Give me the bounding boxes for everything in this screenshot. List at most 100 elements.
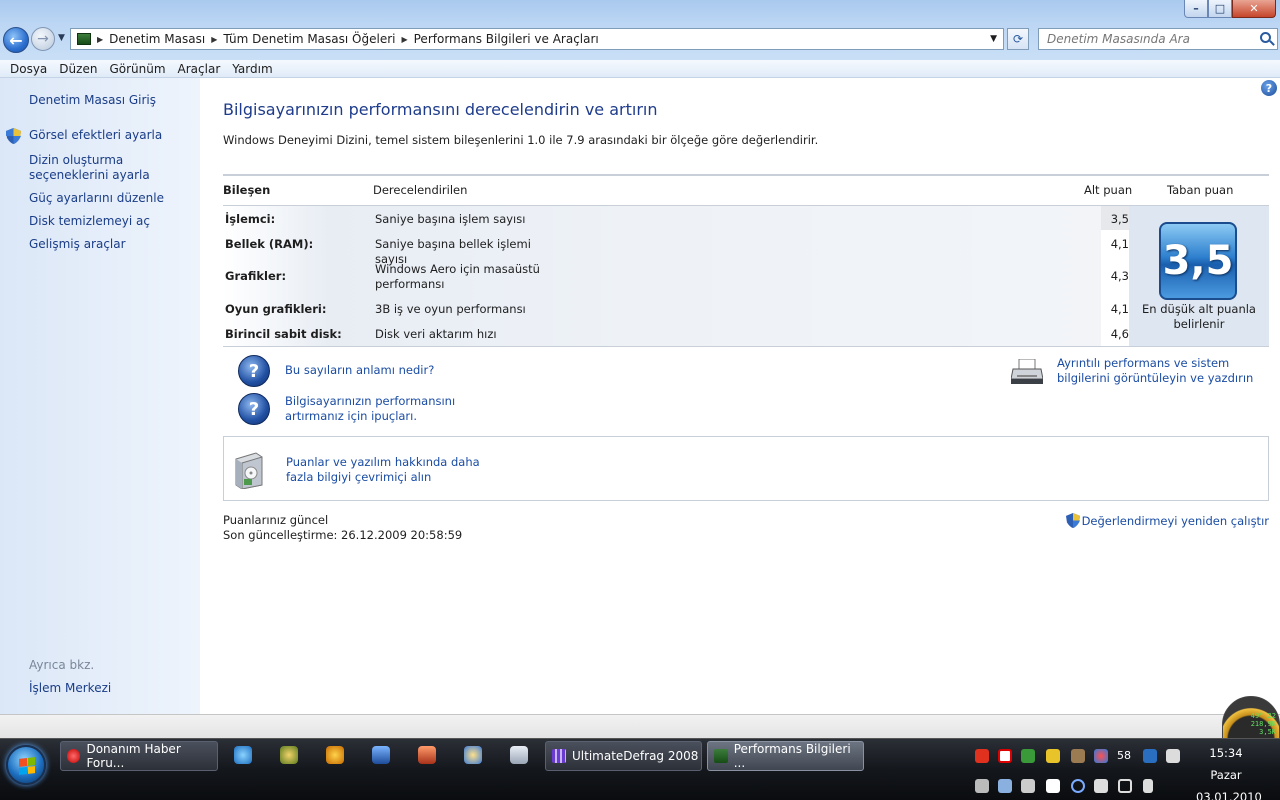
uac-shield-icon: [1065, 513, 1080, 528]
forward-arrow-icon: →: [37, 31, 49, 47]
sidebar-link-power-settings[interactable]: Güç ayarlarını düzenle: [29, 191, 194, 206]
xml-notepad-icon[interactable]: [372, 746, 390, 764]
breadcrumb-separator-icon[interactable]: ▶: [401, 35, 407, 44]
wireless-icon[interactable]: [1071, 779, 1085, 793]
maximize-button[interactable]: □: [1208, 0, 1232, 18]
component-name: İşlemci:: [225, 212, 276, 226]
address-dropdown-icon[interactable]: ▼: [990, 34, 997, 44]
link-detailed-info[interactable]: Ayrıntılı performans ve sistem bilgileri…: [1057, 356, 1272, 386]
taskbar-button-label: Performans Bilgileri ...: [733, 742, 851, 770]
sidebar-link-disk-cleanup[interactable]: Disk temizlemeyi aç: [29, 214, 194, 229]
sidebar-link-visual-effects[interactable]: Görsel efektleri ayarla: [29, 128, 194, 143]
rated-item: Disk veri aktarım hızı: [375, 327, 497, 341]
tray-counter: 58: [1117, 749, 1131, 762]
software-box-icon: [235, 452, 263, 489]
brush-icon[interactable]: [1071, 749, 1085, 763]
sidebar-link-control-panel-home[interactable]: Denetim Masası Giriş: [29, 93, 194, 108]
link-performance-tips[interactable]: Bilgisayarınızın performansını artırmanı…: [285, 394, 505, 424]
breadcrumb-all-items[interactable]: Tüm Denetim Masası Öğeleri: [223, 32, 395, 46]
sidebar-link-indexing-options[interactable]: Dizin oluşturma seçeneklerini ayarla: [29, 153, 194, 183]
taskbar-clock[interactable]: 15:34 Pazar 03.01.2010: [1196, 742, 1262, 800]
rated-item: Windows Aero için masaüstü performansı: [375, 262, 540, 291]
breadcrumb-performance[interactable]: Performans Bilgileri ve Araçları: [414, 32, 599, 46]
paint-app-icon[interactable]: [464, 746, 482, 764]
users-icon[interactable]: [998, 779, 1012, 793]
breadcrumb-control-panel[interactable]: Denetim Masası: [109, 32, 205, 46]
tray-app-icon[interactable]: [1166, 749, 1180, 763]
menu-help[interactable]: Yardım: [226, 62, 278, 76]
globe-app-icon[interactable]: [280, 746, 298, 764]
tray-app-icon[interactable]: [1046, 749, 1060, 763]
ultimatedefrag-icon: [552, 749, 566, 763]
avast-icon[interactable]: [326, 746, 344, 764]
back-button[interactable]: ←: [3, 27, 29, 53]
internet-explorer-icon[interactable]: [234, 746, 252, 764]
breadcrumb-separator-icon[interactable]: ▶: [211, 35, 217, 44]
help-question-icon: ?: [238, 393, 270, 425]
rated-item: 3B iş ve oyun performansı: [375, 302, 526, 316]
title-bar: – □ ✕: [0, 0, 1280, 24]
tray-app-icon[interactable]: [1143, 749, 1157, 763]
tray-app-icon[interactable]: [975, 749, 989, 763]
refresh-icon: ⟳: [1012, 32, 1024, 46]
component-name: Birincil sabit disk:: [225, 327, 342, 341]
address-bar[interactable]: ▶ Denetim Masası ▶ Tüm Denetim Masası Öğ…: [70, 28, 1004, 50]
tray-app-icon[interactable]: [1094, 779, 1108, 793]
start-button[interactable]: [6, 745, 46, 785]
recent-pages-dropdown[interactable]: ▼: [58, 33, 65, 43]
speaker-icon[interactable]: [1143, 779, 1153, 793]
opera-icon: [67, 749, 81, 763]
menu-view[interactable]: Görünüm: [103, 62, 171, 76]
menu-tools[interactable]: Araçlar: [172, 62, 227, 76]
window-controls: – □ ✕: [1184, 0, 1276, 18]
base-score-panel: 3,5 En düşük alt puanla belirlenir: [1129, 206, 1269, 346]
base-score-badge: 3,5: [1159, 222, 1237, 300]
column-subscore: Alt puan: [1084, 183, 1133, 197]
back-arrow-icon: ←: [9, 30, 23, 50]
close-button[interactable]: ✕: [1232, 0, 1276, 18]
forward-button[interactable]: →: [31, 27, 55, 51]
link-what-scores-mean[interactable]: Bu sayıların anlamı nedir?: [285, 363, 434, 378]
menu-edit[interactable]: Düzen: [53, 62, 103, 76]
rerun-assessment-label[interactable]: Değerlendirmeyi yeniden çalıştır: [1082, 514, 1269, 528]
tray-app-icon[interactable]: [975, 779, 989, 793]
system-monitor-readout: 49° 22 218,9K 3,5K: [1251, 712, 1276, 736]
taskbar-button-opera[interactable]: Donanım Haber Foru...: [60, 741, 218, 771]
breadcrumb-separator-icon[interactable]: ▶: [97, 35, 103, 44]
clock-day: Pazar: [1210, 768, 1242, 782]
taskbar-button-ultimatedefrag[interactable]: UltimateDefrag 2008: [545, 741, 702, 771]
search-icon[interactable]: [1260, 32, 1271, 43]
taskbar: Donanım Haber Foru... UltimateDefrag 200…: [0, 738, 1280, 800]
subscore: 4,6: [1110, 327, 1129, 341]
last-update-text: Son güncelleştirme: 26.12.2009 20:58:59: [223, 528, 463, 542]
help-icon[interactable]: ?: [1261, 80, 1277, 96]
subscore: 4,3: [1110, 269, 1129, 283]
menu-file[interactable]: Dosya: [4, 62, 53, 76]
minimize-button[interactable]: –: [1184, 0, 1208, 18]
archive-app-icon[interactable]: [418, 746, 436, 764]
help-question-icon: ?: [238, 355, 270, 387]
usb-icon[interactable]: [1021, 779, 1035, 793]
base-score-caption: En düşük alt puanla belirlenir: [1142, 302, 1256, 331]
refresh-button[interactable]: ⟳: [1007, 28, 1029, 50]
rerun-assessment-link[interactable]: Değerlendirmeyi yeniden çalıştır: [1065, 513, 1269, 528]
rated-item: Saniye başına işlem sayısı: [375, 212, 526, 226]
column-component: Bileşen: [223, 183, 271, 197]
control-panel-icon: [77, 33, 91, 45]
see-also-label: Ayrıca bkz.: [29, 658, 95, 672]
link-online-info[interactable]: Puanlar ve yazılım hakkında daha fazla b…: [286, 455, 506, 485]
sidebar-link-action-center[interactable]: İşlem Merkezi: [29, 681, 194, 696]
antivirus-icon[interactable]: [998, 749, 1012, 763]
taskbar-button-performance[interactable]: Performans Bilgileri ...: [707, 741, 864, 771]
tray-app-icon[interactable]: [1094, 749, 1108, 763]
tray-app-icon[interactable]: [1021, 749, 1035, 763]
subscore: 4,1: [1110, 237, 1129, 251]
network-icon[interactable]: [1118, 779, 1132, 793]
calculator-icon[interactable]: [510, 746, 528, 764]
search-input[interactable]: Denetim Masasında Ara: [1038, 28, 1278, 50]
sidebar-link-advanced-tools[interactable]: Gelişmiş araçlar: [29, 237, 194, 252]
navigation-bar: ← → ▼ ▶ Denetim Masası ▶ Tüm Denetim Mas…: [0, 24, 1280, 60]
column-base-score: Taban puan: [1167, 183, 1234, 197]
score-table-header: Bileşen Derecelendirilen Alt puan Taban …: [223, 183, 1269, 205]
action-center-flag-icon[interactable]: [1046, 779, 1060, 793]
